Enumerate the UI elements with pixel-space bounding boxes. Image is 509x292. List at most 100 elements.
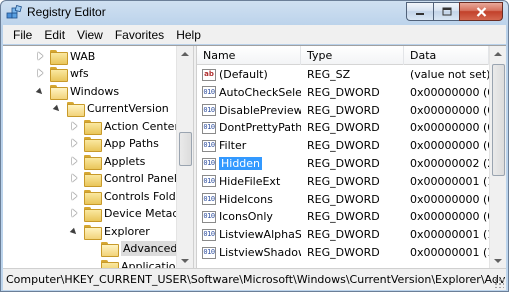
folder-icon [84, 172, 102, 187]
value-name: ListviewShadow [219, 246, 301, 259]
cell-name: 010 HideFileExt [197, 173, 301, 190]
expand-arrow-icon[interactable] [36, 52, 45, 61]
expand-arrow-icon[interactable] [70, 209, 79, 218]
resize-grip-icon[interactable] [494, 278, 504, 288]
cell-data: 0x00000000 (0) [410, 210, 489, 224]
registry-editor-icon [6, 5, 22, 19]
table-row[interactable]: 010Filter REG_DWORD 0x00000000 (0) [197, 137, 489, 154]
folder-icon [84, 119, 102, 135]
tree-scroll-thumb[interactable] [179, 132, 192, 166]
tree-node[interactable]: Control Panel [70, 170, 177, 188]
maximize-button[interactable] [433, 2, 459, 21]
window-title: Registry Editor [27, 5, 106, 19]
tree-node[interactable]: wfs [36, 65, 89, 83]
binary-value-icon: 010 [202, 139, 216, 152]
tree-node[interactable]: Applets [70, 152, 145, 170]
tree-node-label: Applets [104, 154, 146, 168]
list-scrollbar[interactable] [489, 46, 506, 269]
tree-node[interactable]: Controls Folder [70, 187, 187, 205]
table-row[interactable]: 010HideFileExt REG_DWORD 0x00000001 (1) [197, 173, 489, 190]
menu-help[interactable]: Help [170, 28, 207, 42]
collapse-arrow-icon[interactable] [36, 87, 45, 96]
string-value-icon: ab [202, 68, 216, 81]
folder-icon [84, 224, 102, 240]
cell-type: REG_DWORD [307, 210, 380, 224]
column-header-name[interactable]: Name [197, 46, 301, 65]
cell-type: REG_DWORD [307, 174, 380, 188]
cell-name: 010 Hidden [197, 155, 301, 172]
status-path: Computer\HKEY_CURRENT_USER\Software\Micr… [6, 273, 506, 286]
tree-node[interactable]: App Paths [70, 135, 159, 153]
expand-arrow-icon[interactable] [70, 157, 79, 166]
tree-scroll-down-icon[interactable] [177, 253, 193, 269]
cell-type: REG_SZ [307, 68, 351, 81]
minimize-button[interactable] [406, 2, 433, 21]
tree-node-label: wfs [70, 67, 89, 80]
table-row[interactable]: 010DisablePreviewD... REG_DWORD 0x00000000… [197, 102, 489, 119]
table-row[interactable]: 010ListviewShadow REG_DWORD 0x00000001 (1) [197, 244, 489, 261]
tree-node[interactable]: Advanced [87, 240, 180, 258]
column-header-data[interactable]: Data [404, 46, 489, 65]
cell-type: REG_DWORD [307, 121, 380, 135]
expand-arrow-icon[interactable] [70, 174, 79, 183]
folder-icon [50, 49, 68, 65]
list-scroll-up-icon[interactable] [490, 46, 506, 62]
cell-type: REG_DWORD [307, 103, 380, 117]
cell-data: 0x00000000 (0) [410, 85, 489, 99]
value-name: HideIcons [219, 192, 273, 206]
value-name: Hidden [219, 157, 263, 170]
tree-scroll-up-icon[interactable] [177, 46, 193, 62]
binary-value-icon: 010 [202, 246, 216, 259]
close-icon [476, 6, 486, 17]
table-row[interactable]: 010DontPrettyPath REG_DWORD 0x00000000 (0) [197, 119, 489, 136]
expand-arrow-icon[interactable] [36, 69, 45, 78]
menu-view[interactable]: View [71, 28, 109, 42]
tree-node[interactable]: Device Metadata [70, 205, 193, 223]
table-row[interactable]: 010AutoCheckSelect REG_DWORD 0x00000000 (0… [197, 84, 489, 101]
title-bar[interactable]: Registry Editor [1, 1, 508, 25]
table-row[interactable]: 010Hidden REG_DWORD 0x00000002 (2) [197, 155, 489, 172]
tree-node[interactable]: Windows [36, 82, 119, 100]
expand-arrow-icon[interactable] [70, 122, 79, 131]
cell-data: (value not set) [410, 68, 489, 81]
caption-buttons [406, 2, 503, 21]
menu-favorites[interactable]: Favorites [109, 28, 170, 42]
expand-arrow-icon[interactable] [70, 192, 79, 201]
maximize-icon [442, 7, 451, 16]
cell-name: 010 Filter [197, 137, 301, 154]
tree-scrollbar[interactable] [176, 46, 193, 269]
menu-edit[interactable]: Edit [38, 28, 71, 42]
tree-node-label: Action Center [104, 119, 179, 133]
folder-icon [67, 102, 85, 117]
table-row[interactable]: 010IconsOnly REG_DWORD 0x00000000 (0) [197, 208, 489, 225]
column-header-type[interactable]: Type [301, 46, 404, 65]
cell-type: REG_DWORD [307, 246, 380, 259]
cell-name: 010 DontPrettyPath [197, 119, 301, 136]
list-scroll-down-icon[interactable] [490, 253, 506, 269]
table-row[interactable]: 010HideIcons REG_DWORD 0x00000000 (0) [197, 191, 489, 208]
tree-node[interactable]: Explorer [70, 222, 150, 240]
collapse-arrow-icon[interactable] [53, 104, 62, 113]
close-button[interactable] [459, 2, 503, 21]
menu-file[interactable]: File [7, 28, 38, 42]
value-name: DontPrettyPath [219, 121, 301, 135]
tree-node[interactable]: WAB [36, 47, 95, 65]
tree-node-label: App Paths [104, 137, 159, 150]
tree-node[interactable]: Action Center [70, 117, 179, 135]
collapse-arrow-icon[interactable] [70, 227, 79, 236]
expand-arrow-icon[interactable] [70, 139, 79, 148]
table-row[interactable]: ab (Default) REG_SZ (value not set) [197, 66, 489, 83]
folder-icon [84, 154, 102, 170]
folder-icon [84, 189, 102, 205]
binary-value-icon: 010 [202, 175, 216, 188]
registry-editor-window: Registry Editor File Edit View Favorites… [0, 0, 509, 292]
cell-data: 0x00000002 (2) [410, 157, 489, 170]
table-row[interactable]: 010ListviewAlphaSe... REG_DWORD 0x00000001… [197, 226, 489, 243]
list-header: Name Type Data [197, 46, 489, 65]
list-scroll-thumb[interactable] [492, 64, 505, 176]
key-tree: WAB wfs Windows CurrentVersion Action Center… [3, 46, 193, 269]
binary-value-icon: 010 [202, 228, 216, 241]
tree-node[interactable]: CurrentVersion [53, 100, 169, 118]
folder-icon [101, 242, 119, 257]
value-name: AutoCheckSelect [219, 85, 301, 99]
